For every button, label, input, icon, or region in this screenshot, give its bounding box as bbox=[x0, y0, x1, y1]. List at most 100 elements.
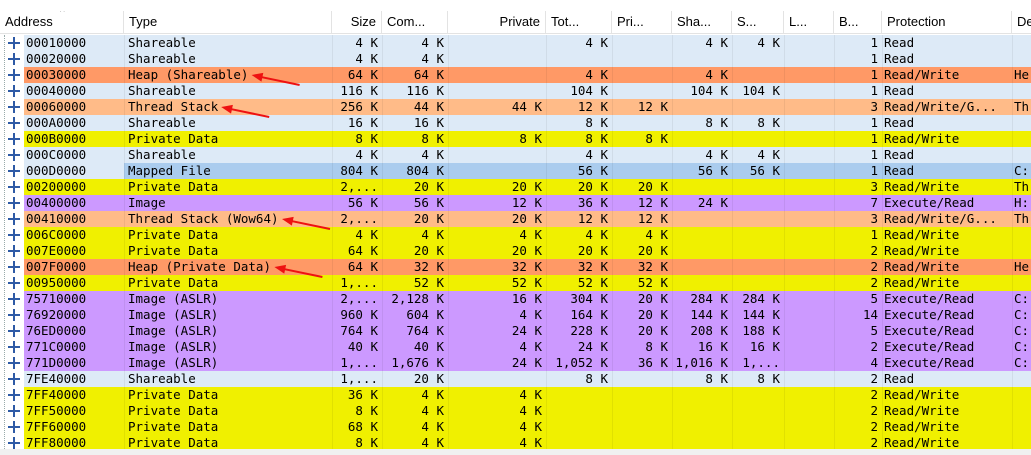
table-row[interactable]: 000D0000 Mapped File 804 K 804 K 56 K 56 K 56 … bbox=[0, 163, 1031, 179]
expand-plus-icon[interactable] bbox=[8, 165, 20, 177]
cell-private-ws bbox=[612, 35, 672, 51]
column-header-committed[interactable]: Com... bbox=[382, 11, 448, 33]
cell-shared-ws bbox=[732, 211, 784, 227]
column-header-details[interactable]: De bbox=[1012, 11, 1031, 33]
expand-plus-icon[interactable] bbox=[8, 309, 20, 321]
column-header-private[interactable]: Private bbox=[448, 11, 546, 33]
table-row[interactable]: 00410000 Thread Stack (Wow64) 2,... 20 K 20 … bbox=[0, 211, 1031, 227]
cell-blocks: 2 bbox=[870, 259, 878, 274]
expand-plus-icon[interactable] bbox=[8, 357, 20, 369]
cell-shareable-ws: 104 K bbox=[690, 83, 728, 98]
table-row[interactable]: 007F0000 Heap (Private Data) 64 K 32 K 32 K 3… bbox=[0, 259, 1031, 275]
table-row[interactable]: 000C0000 Shareable 4 K 4 K 4 K 4 K 4 K 1 Read bbox=[0, 147, 1031, 163]
table-row[interactable]: 00400000 Image 56 K 56 K 12 K 36 K 12 K 24 K 7 Ex… bbox=[0, 195, 1031, 211]
column-header-address[interactable]: Address ^ bbox=[0, 11, 124, 33]
cell-private-ws bbox=[612, 371, 672, 387]
expand-plus-icon[interactable] bbox=[8, 101, 20, 113]
expand-plus-icon[interactable] bbox=[8, 213, 20, 225]
column-divider bbox=[784, 35, 785, 455]
expand-plus-icon[interactable] bbox=[8, 261, 20, 273]
cell-private: 20 K bbox=[511, 179, 542, 194]
expand-plus-icon[interactable] bbox=[8, 69, 20, 81]
cell-private: 4 K bbox=[519, 339, 542, 354]
cell-locked-ws bbox=[784, 179, 834, 195]
column-header-size[interactable]: Size bbox=[332, 11, 382, 33]
column-header-private-ws[interactable]: Pri... bbox=[612, 11, 672, 33]
cell-total-ws: 52 K bbox=[577, 275, 608, 290]
table-row[interactable]: 76920000 Image (ASLR) 960 K 604 K 4 K 164 K 20… bbox=[0, 307, 1031, 323]
table-row[interactable]: 000A0000 Shareable 16 K 16 K 8 K 8 K 8 K 1 Read bbox=[0, 115, 1031, 131]
expand-plus-icon[interactable] bbox=[8, 373, 20, 385]
expand-plus-icon[interactable] bbox=[8, 181, 20, 193]
cell-private bbox=[448, 163, 546, 179]
expand-plus-icon[interactable] bbox=[8, 277, 20, 289]
expand-plus-icon[interactable] bbox=[8, 405, 20, 417]
column-divider bbox=[732, 35, 733, 455]
expand-plus-icon[interactable] bbox=[8, 389, 20, 401]
cell-shared-ws: 1,... bbox=[742, 355, 780, 370]
expand-plus-icon[interactable] bbox=[8, 229, 20, 241]
horizontal-scrollbar[interactable] bbox=[0, 449, 1031, 455]
cell-details bbox=[1012, 131, 1031, 147]
table-row[interactable]: 771D0000 Image (ASLR) 1,... 1,676 K 24 K 1,05… bbox=[0, 355, 1031, 371]
column-header-total-ws[interactable]: Tot... bbox=[546, 11, 612, 33]
table-row[interactable]: 00020000 Shareable 4 K 4 K 1 Read bbox=[0, 51, 1031, 67]
cell-type: Private Data bbox=[128, 131, 219, 146]
expand-plus-icon[interactable] bbox=[8, 117, 20, 129]
column-header-shareable-ws[interactable]: Sha... bbox=[672, 11, 732, 33]
table-row[interactable]: 00010000 Shareable 4 K 4 K 4 K 4 K 4 K 1 Read bbox=[0, 35, 1031, 51]
cell-private: 44 K bbox=[511, 99, 542, 114]
table-row[interactable]: 7FF40000 Private Data 36 K 4 K 4 K 2 Read/Writ… bbox=[0, 387, 1031, 403]
table-row[interactable]: 00040000 Shareable 116 K 116 K 104 K 104 K 104… bbox=[0, 83, 1031, 99]
expand-plus-icon[interactable] bbox=[8, 325, 20, 337]
expand-plus-icon[interactable] bbox=[8, 437, 20, 449]
expand-plus-icon[interactable] bbox=[8, 245, 20, 257]
table-row[interactable]: 007E0000 Private Data 64 K 20 K 20 K 20 K 20 K… bbox=[0, 243, 1031, 259]
cell-protection: Read/Write bbox=[884, 275, 960, 290]
table-row[interactable]: 76ED0000 Image (ASLR) 764 K 764 K 24 K 228 K 2… bbox=[0, 323, 1031, 339]
cell-shareable-ws bbox=[672, 99, 732, 115]
column-divider bbox=[672, 35, 673, 455]
cell-type: Private Data bbox=[128, 179, 219, 194]
expand-plus-icon[interactable] bbox=[8, 197, 20, 209]
table-row[interactable]: 7FF50000 Private Data 8 K 4 K 4 K 2 Read/Write bbox=[0, 403, 1031, 419]
cell-committed: 20 K bbox=[413, 211, 444, 226]
column-header-shared-ws[interactable]: S... bbox=[732, 11, 784, 33]
cell-total-ws: 8 K bbox=[585, 131, 608, 146]
expand-plus-icon[interactable] bbox=[8, 133, 20, 145]
cell-protection: Read bbox=[884, 147, 915, 162]
cell-size: 8 K bbox=[355, 403, 378, 418]
expand-plus-icon[interactable] bbox=[8, 37, 20, 49]
expand-plus-icon[interactable] bbox=[8, 85, 20, 97]
expand-plus-icon[interactable] bbox=[8, 421, 20, 433]
column-header-protection[interactable]: Protection bbox=[882, 11, 1012, 33]
expand-plus-icon[interactable] bbox=[8, 293, 20, 305]
expand-plus-icon[interactable] bbox=[8, 149, 20, 161]
cell-locked-ws bbox=[784, 291, 834, 307]
column-header-type[interactable]: Type bbox=[124, 11, 332, 33]
expand-plus-icon[interactable] bbox=[8, 341, 20, 353]
table-row[interactable]: 000B0000 Private Data 8 K 8 K 8 K 8 K 8 K 1 Read… bbox=[0, 131, 1031, 147]
memory-map-grid: 00010000 Shareable 4 K4 K4 K4 K4 K 1 Read 000… bbox=[0, 35, 1031, 451]
cell-protection: Execute/Read bbox=[884, 291, 975, 306]
cell-details bbox=[1012, 419, 1031, 435]
table-row[interactable]: 00950000 Private Data 1,... 52 K 52 K 52 K 52 … bbox=[0, 275, 1031, 291]
table-row[interactable]: 006C0000 Private Data 4 K 4 K 4 K 4 K 4 K 1 Read… bbox=[0, 227, 1031, 243]
cell-blocks: 2 bbox=[870, 275, 878, 290]
table-row[interactable]: 00030000 Heap (Shareable) 64 K 64 K 4 K 4 K 1R… bbox=[0, 67, 1031, 83]
table-row[interactable]: 00200000 Private Data 2,... 20 K 20 K 20 K 20 … bbox=[0, 179, 1031, 195]
cell-shareable-ws bbox=[672, 131, 732, 147]
table-row[interactable]: 00060000 Thread Stack 256 K 44 K 44 K 12 K 12 … bbox=[0, 99, 1031, 115]
table-row[interactable]: 75710000 Image (ASLR) 2,... 2,128 K 16 K 304 … bbox=[0, 291, 1031, 307]
cell-locked-ws bbox=[784, 387, 834, 403]
cell-size: 4 K bbox=[355, 35, 378, 50]
table-row[interactable]: 7FE40000 Shareable 1,... 20 K 8 K 8 K 8 K 2 Read bbox=[0, 371, 1031, 387]
cell-private bbox=[448, 147, 546, 163]
column-header-locked-ws[interactable]: L... bbox=[784, 11, 834, 33]
table-row[interactable]: 771C0000 Image (ASLR) 40 K 40 K 4 K 24 K 8 K 16… bbox=[0, 339, 1031, 355]
table-row[interactable]: 7FF60000 Private Data 68 K 4 K 4 K 2 Read/Writ… bbox=[0, 419, 1031, 435]
cell-total-ws: 56 K bbox=[577, 163, 608, 178]
expand-plus-icon[interactable] bbox=[8, 53, 20, 65]
column-header-blocks[interactable]: B... bbox=[834, 11, 882, 33]
cell-private: 24 K bbox=[511, 323, 542, 338]
